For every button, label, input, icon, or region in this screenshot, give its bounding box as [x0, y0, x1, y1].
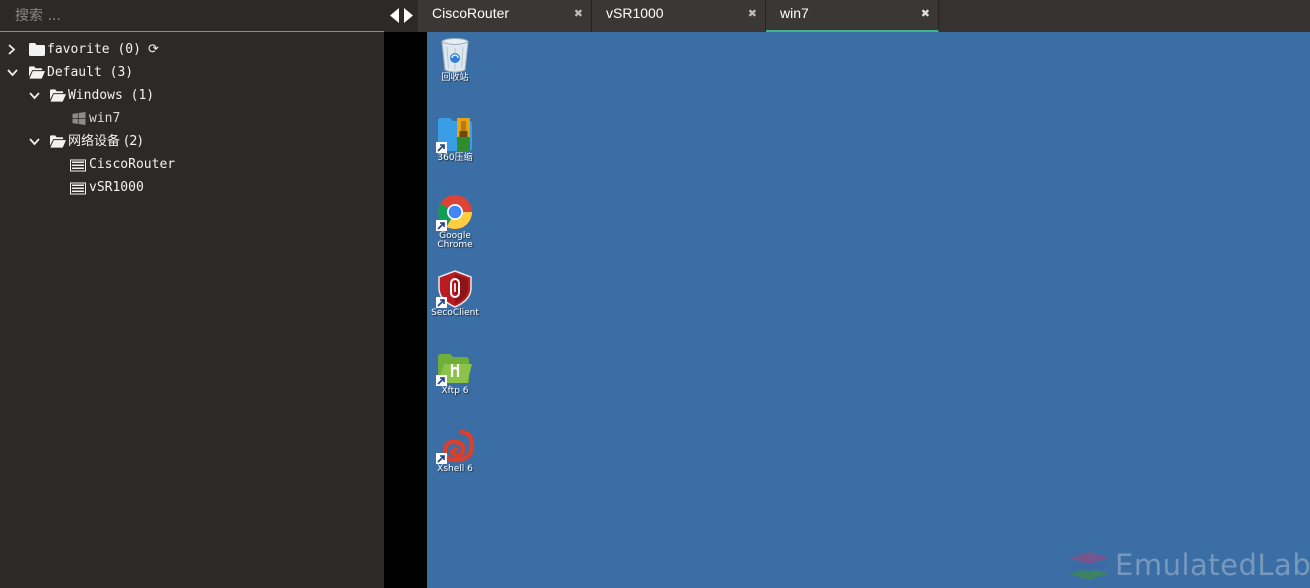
- watermark-text: EmulatedLab: [1115, 548, 1310, 582]
- layers-logo-icon: [1069, 552, 1109, 580]
- tab-vsr1000[interactable]: vSR1000 ✖: [592, 0, 766, 32]
- tree-label-vsr1000: vSR1000: [89, 180, 144, 195]
- refresh-icon[interactable]: ⟳: [148, 38, 159, 61]
- left-panel: favorite (0) ⟳ Default (3) Windows (1) w…: [0, 0, 384, 588]
- tree-node-network-devices[interactable]: 网络设备 (2): [0, 130, 384, 153]
- close-icon[interactable]: ✖: [921, 7, 930, 20]
- watermark: EmulatedLab: [1067, 546, 1310, 584]
- terminal-icon: [70, 159, 86, 172]
- folder-icon: [29, 43, 45, 56]
- tree-node-ciscorouter[interactable]: CiscoRouter: [0, 153, 384, 176]
- tree-node-vsr1000[interactable]: vSR1000: [0, 176, 384, 199]
- tree-label-network-devices: 网络设备 (2): [68, 134, 143, 149]
- close-icon[interactable]: ✖: [574, 7, 583, 20]
- desktop-icon-label: Xshell 6: [437, 464, 473, 474]
- tree-node-win7[interactable]: win7: [0, 107, 384, 130]
- shortcut-arrow-icon: [436, 297, 447, 308]
- tab-label: CiscoRouter: [432, 5, 510, 21]
- desktop-icon-xshell[interactable]: Xshell 6: [425, 429, 485, 474]
- tab-label: win7: [780, 5, 809, 21]
- desktop-icon-secoclient[interactable]: SecoClient: [425, 270, 485, 318]
- desktop-icon-label: Xftp 6: [441, 386, 469, 396]
- desktop-icon-xftp[interactable]: Xftp 6: [425, 352, 485, 396]
- chevron-right-icon[interactable]: [6, 38, 18, 61]
- arrow-left-icon[interactable]: [390, 8, 400, 23]
- shortcut-arrow-icon: [436, 453, 447, 464]
- chevron-down-icon[interactable]: [6, 61, 18, 84]
- tab-bar: CiscoRouter ✖ vSR1000 ✖ win7 ✖: [384, 0, 1310, 32]
- shortcut-arrow-icon: [436, 142, 447, 153]
- remote-desktop[interactable]: 回收站 360压缩 Google Chrome SecoClient Xftp …: [427, 32, 1310, 588]
- tree-node-default[interactable]: Default (3): [0, 61, 384, 84]
- tree-label-ciscorouter: CiscoRouter: [89, 157, 176, 172]
- device-tree: favorite (0) ⟳ Default (3) Windows (1) w…: [0, 38, 384, 199]
- chevron-down-icon[interactable]: [28, 84, 40, 107]
- desktop-icon-chrome[interactable]: Google Chrome: [425, 193, 485, 250]
- chevron-down-icon[interactable]: [28, 130, 40, 153]
- shortcut-arrow-icon: [436, 220, 447, 231]
- search-box: [0, 0, 384, 32]
- folder-open-icon: [50, 135, 66, 148]
- terminal-icon: [70, 182, 86, 195]
- arrow-right-icon[interactable]: [403, 8, 413, 23]
- remote-viewport[interactable]: 回收站 360压缩 Google Chrome SecoClient Xftp …: [384, 32, 1310, 588]
- tree-label-favorite: favorite (0): [47, 42, 141, 57]
- search-input[interactable]: [0, 0, 384, 31]
- desktop-icon-360-archive[interactable]: 360压缩: [425, 115, 485, 163]
- tab-ciscorouter[interactable]: CiscoRouter ✖: [418, 0, 592, 32]
- desktop-icon-label: SecoClient: [431, 308, 479, 318]
- tree-label-windows: Windows (1): [68, 88, 155, 103]
- tab-label: vSR1000: [606, 5, 664, 21]
- desktop-icon-label: Google Chrome: [437, 231, 473, 250]
- desktop-icon-label: 回收站: [441, 73, 469, 83]
- desktop-icon-recycle-bin[interactable]: 回收站: [425, 37, 485, 83]
- recycle-bin-icon: [441, 38, 469, 73]
- desktop-icon-label: 360压缩: [437, 153, 473, 163]
- tree-node-favorite[interactable]: favorite (0) ⟳: [0, 38, 384, 61]
- tree-node-windows[interactable]: Windows (1): [0, 84, 384, 107]
- shortcut-arrow-icon: [436, 375, 447, 386]
- close-icon[interactable]: ✖: [748, 7, 757, 20]
- tree-label-win7: win7: [89, 111, 121, 126]
- folder-open-icon: [50, 89, 66, 102]
- tree-label-default: Default (3): [47, 65, 134, 80]
- tab-win7[interactable]: win7 ✖: [766, 0, 939, 32]
- folder-open-icon: [29, 66, 45, 79]
- windows-logo-icon: [72, 112, 86, 125]
